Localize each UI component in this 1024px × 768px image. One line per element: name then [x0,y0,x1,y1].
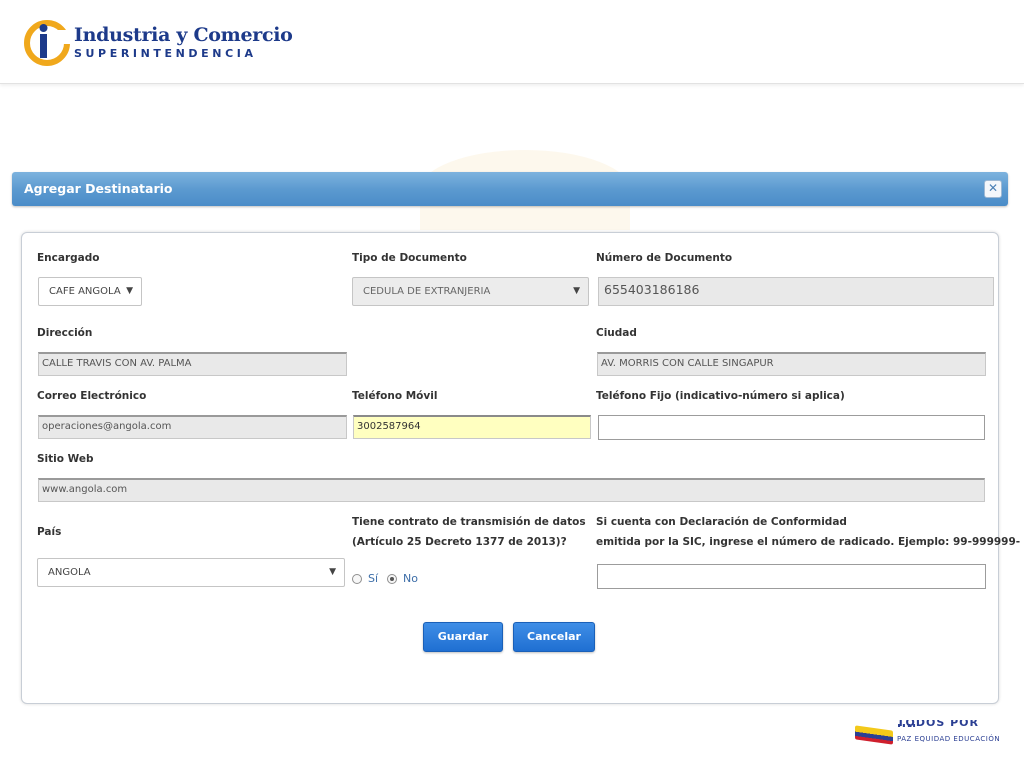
chevron-down-icon: ▼ [573,286,580,296]
encargado-select[interactable]: CAFE ANGOLA ▼ [38,277,142,306]
close-icon[interactable]: ✕ [984,180,1002,198]
ciudad-label: Ciudad [596,327,637,339]
logo-title: Industria y Comercio [74,24,293,46]
contrato-option-no[interactable]: No [403,572,418,585]
conformidad-label-line2: emitida por la SIC, ingrese el número de… [596,536,1024,548]
pais-label: País [37,526,62,538]
tipo-documento-label: Tipo de Documento [352,252,467,264]
tipo-documento-value: CEDULA DE EXTRANJERIA [363,286,491,297]
correo-label: Correo Electrónico [37,390,147,402]
contrato-option-si[interactable]: Sí [368,572,378,585]
dialog-title-bar: Agregar Destinatario ✕ [12,172,1008,206]
numero-documento-label: Número de Documento [596,252,733,264]
chevron-down-icon: ▼ [329,567,336,577]
encargado-label: Encargado [37,252,100,264]
conformidad-label-line1: Si cuenta con Declaración de Conformidad [596,516,847,528]
pais-select[interactable]: ANGOLA ▼ [37,558,345,587]
dialog-title: Agregar Destinatario [24,181,173,196]
recipient-form: Encargado CAFE ANGOLA ▼ Tipo de Document… [21,232,1024,704]
contrato-label-line2: (Artículo 25 Decreto 1377 de 2013)? [352,536,567,548]
telefono-fijo-field[interactable] [598,415,985,440]
logo-subtitle: SUPERINTENDENCIA [74,47,257,60]
save-button[interactable]: Guardar [423,622,503,652]
conformidad-field[interactable] [597,564,986,589]
sic-logo-icon [24,20,70,66]
sitio-web-field[interactable]: www.angola.com [38,478,985,502]
footer-logo-top: TODOS POR UN [897,720,979,727]
telefono-fijo-label: Teléfono Fijo (indicativo-número si apli… [596,390,845,402]
contrato-radio-si[interactable] [352,574,362,584]
tipo-documento-select[interactable]: CEDULA DE EXTRANJERIA ▼ [352,277,589,306]
encargado-value: CAFE ANGOLA [49,286,121,297]
numero-documento-field[interactable]: 655403186186 [598,277,994,306]
pais-value: ANGOLA [48,567,91,578]
direccion-label: Dirección [37,327,93,339]
telefono-movil-field[interactable]: 3002587964 [353,415,591,439]
footer-logo: TODOS POR UN PAZ EQUIDAD EDUCACIÓN [855,720,1000,750]
colombia-flag-icon [855,725,893,745]
footer-logo-text: PAZ EQUIDAD EDUCACIÓN [897,735,1001,743]
correo-field[interactable]: operaciones@angola.com [38,415,347,439]
contrato-label-line1: Tiene contrato de transmisión de datos [352,516,586,528]
ciudad-field[interactable]: AV. MORRIS CON CALLE SINGAPUR [597,352,986,376]
telefono-movil-label: Teléfono Móvil [352,390,438,402]
sitio-web-label: Sitio Web [37,453,94,465]
site-header: Industria y Comercio SUPERINTENDENCIA [0,0,1024,84]
direccion-field[interactable]: CALLE TRAVIS CON AV. PALMA [38,352,347,376]
cancel-button[interactable]: Cancelar [513,622,595,652]
contrato-radio-no[interactable] [387,574,397,584]
chevron-down-icon: ▼ [126,286,133,296]
